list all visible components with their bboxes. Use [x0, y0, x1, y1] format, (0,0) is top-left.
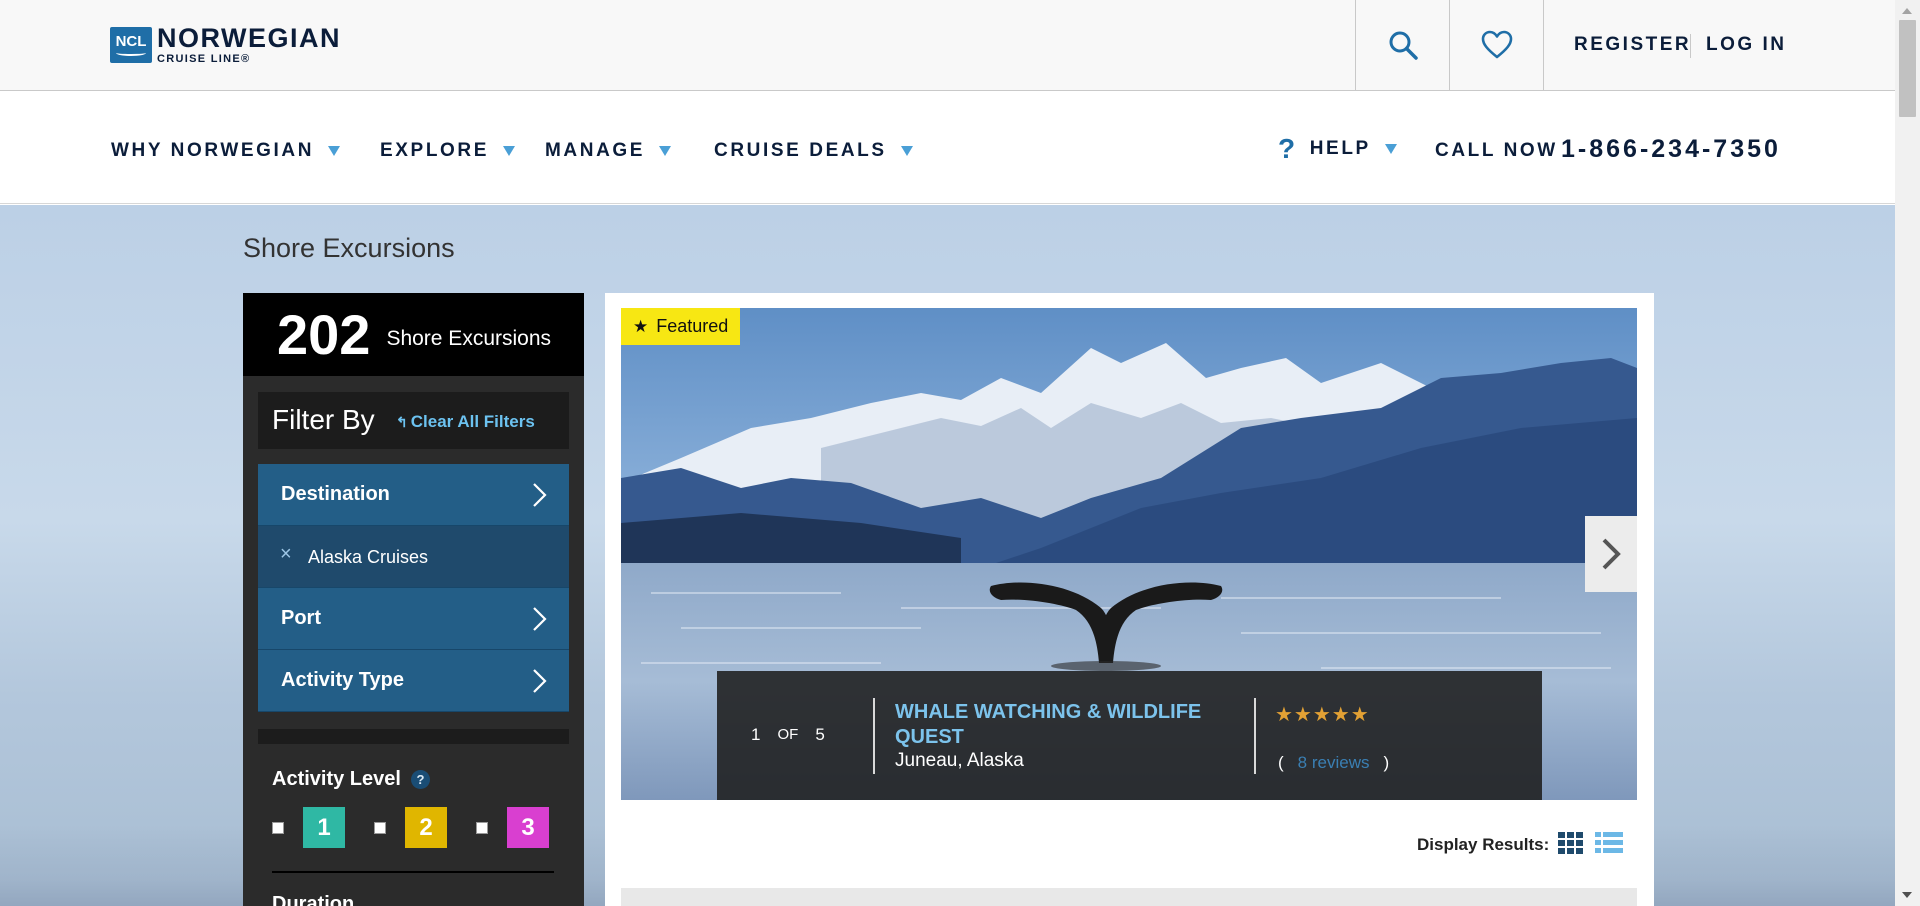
clear-all-filters-link[interactable]: ↰ Clear All Filters [396, 412, 535, 432]
logo-abbr: NCL [115, 33, 147, 50]
undo-icon: ↰ [396, 414, 408, 430]
nav-manage[interactable]: MANAGE [545, 140, 672, 162]
help-question-icon[interactable]: ? [410, 770, 430, 789]
activity-level-heading: Activity Level ? [272, 768, 430, 791]
filter-sidebar: 202 Shore Excursions Filter By ↰ Clear Al… [243, 293, 584, 906]
filter-label: Activity Type [281, 669, 404, 691]
main-nav: WHY NORWEGIAN EXPLORE MANAGE CRUISE DEAL… [0, 91, 1895, 204]
page-scrollbar[interactable] [1895, 0, 1920, 906]
search-icon [1389, 31, 1418, 60]
duration-heading: Duration [272, 893, 355, 906]
login-link[interactable]: LOG IN [1706, 34, 1786, 56]
chevron-right-icon [533, 607, 547, 631]
activity-level-3-badge[interactable]: 3 [507, 807, 549, 848]
activity-level-1-checkbox[interactable] [272, 822, 284, 834]
ncl-logo-mark: NCL [110, 27, 152, 63]
top-header: NCL NORWEGIAN CRUISE LINE® REGISTER LOG … [0, 0, 1895, 91]
slide-of: OF [777, 726, 799, 743]
filter-by-title: Filter By [272, 404, 375, 435]
caret-down-icon [900, 146, 913, 156]
reviews: (8 reviews) [1278, 753, 1389, 773]
caret-down-icon [503, 146, 515, 156]
call-now-label: CALL NOW [1435, 140, 1558, 161]
grid-view-icon[interactable] [1558, 832, 1584, 854]
filter-activity-type[interactable]: Activity Type [258, 650, 569, 712]
search-button[interactable] [1355, 0, 1449, 90]
caret-down-icon [659, 146, 672, 156]
chevron-right-icon [533, 669, 547, 693]
page-title: Shore Excursions [243, 233, 455, 263]
help-icon: ? [1278, 133, 1298, 164]
filter-label: Destination [281, 483, 390, 505]
filter-port[interactable]: Port [258, 588, 569, 650]
nav-label: CRUISE DEALS [714, 140, 887, 161]
nav-label: HELP [1309, 138, 1371, 159]
selected-filter-alaska: × Alaska Cruises [258, 526, 569, 588]
rating-stars: ★★★★★ [1275, 704, 1370, 726]
slide-total: 5 [815, 725, 825, 744]
activity-divider [272, 871, 554, 873]
nav-help[interactable]: ? HELP [1278, 135, 1397, 163]
slide-counter: 1 OF 5 [751, 725, 825, 745]
activity-level-3-checkbox[interactable] [476, 822, 488, 834]
excursion-location: Juneau, Alaska [895, 750, 1024, 771]
auth-separator [1690, 34, 1691, 58]
results-count: 202 Shore Excursions [243, 293, 584, 376]
featured-caption: 1 OF 5 WHALE WATCHING & WILDLIFE QUEST J… [717, 671, 1542, 800]
remove-filter-x-icon[interactable]: × [280, 543, 292, 566]
result-card-top [621, 888, 1637, 906]
filter-by-header: Filter By ↰ Clear All Filters [258, 392, 569, 449]
register-link[interactable]: REGISTER [1574, 34, 1691, 56]
logo-name: NORWEGIAN [157, 23, 342, 53]
nav-explore[interactable]: EXPLORE [380, 140, 515, 162]
chevron-right-icon [1602, 538, 1621, 570]
activity-level-2-checkbox[interactable] [374, 822, 386, 834]
scroll-down-arrow-icon[interactable] [1902, 892, 1912, 898]
list-view-icon[interactable] [1595, 832, 1623, 854]
reviews-open-paren: ( [1278, 753, 1284, 772]
slide-current: 1 [751, 725, 761, 744]
activity-level-2-badge[interactable]: 2 [405, 807, 447, 848]
caret-down-icon [328, 146, 341, 156]
logo-wave-icon [116, 50, 146, 56]
phone-number-link[interactable]: 1-866-234-7350 [1561, 135, 1781, 164]
ncl-logo[interactable]: NCL NORWEGIAN CRUISE LINE® [110, 25, 341, 65]
caret-down-icon [1384, 144, 1397, 154]
chevron-right-icon [533, 483, 547, 507]
scroll-up-arrow-icon[interactable] [1902, 8, 1912, 14]
carousel-next-button[interactable] [1585, 516, 1637, 592]
featured-badge-label: Featured [656, 316, 729, 336]
scroll-thumb[interactable] [1899, 20, 1916, 117]
nav-label: MANAGE [545, 140, 646, 161]
results-panel: ★ Featured 1 OF 5 WHALE WATCHING & WILDL… [605, 293, 1654, 906]
selected-filter-label: Alaska Cruises [308, 547, 429, 567]
nav-why-norwegian[interactable]: WHY NORWEGIAN [111, 140, 341, 162]
filter-label: Port [281, 607, 321, 629]
header-divider [1543, 0, 1544, 90]
reviews-close-paren: ) [1383, 753, 1390, 772]
results-count-label: Shore Excursions [386, 326, 552, 350]
featured-badge: ★ Featured [621, 308, 741, 345]
clear-all-filters-label: Clear All Filters [410, 412, 535, 431]
caption-divider [873, 698, 875, 774]
star-icon: ★ [633, 316, 649, 336]
logo-subname: CRUISE LINE® [157, 53, 251, 65]
results-count-number: 202 [277, 303, 371, 366]
reviews-link[interactable]: 8 reviews [1298, 753, 1370, 772]
activity-level-1-badge[interactable]: 1 [303, 807, 345, 848]
nav-label: WHY NORWEGIAN [111, 140, 315, 161]
favorites-button[interactable] [1449, 0, 1543, 90]
caption-divider [1254, 698, 1256, 774]
activity-level-title: Activity Level [272, 768, 401, 790]
sidebar-separator [258, 729, 569, 744]
excursion-title-link[interactable]: WHALE WATCHING & WILDLIFE QUEST [895, 700, 1225, 750]
nav-label: EXPLORE [380, 140, 489, 161]
filter-destination[interactable]: Destination [258, 464, 569, 526]
heart-icon [1481, 30, 1512, 59]
nav-cruise-deals[interactable]: CRUISE DEALS [714, 140, 913, 162]
display-results-label: Display Results: [1417, 835, 1550, 854]
